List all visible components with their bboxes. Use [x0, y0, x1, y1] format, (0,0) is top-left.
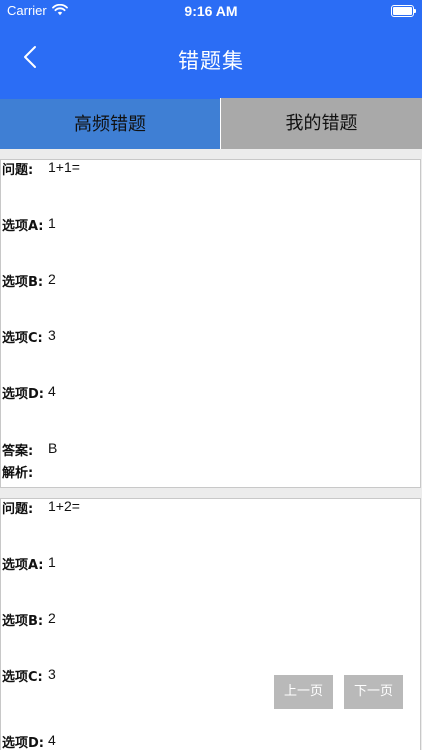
- next-page-button[interactable]: 下一页: [344, 675, 403, 709]
- prev-page-button[interactable]: 上一页: [274, 675, 333, 709]
- answer-value: B: [48, 440, 58, 456]
- battery-tip: [414, 9, 416, 13]
- option-a-label: 选项A:: [2, 219, 44, 234]
- option-b-label: 选项B:: [2, 614, 44, 629]
- question-label: 问题:: [2, 163, 34, 178]
- status-bar: Carrier 9:16 AM: [0, 0, 422, 24]
- tab-frequent-mistakes[interactable]: 高频错题: [0, 98, 220, 149]
- question-text: 1+1=: [48, 159, 80, 175]
- option-a-label: 选项A:: [2, 558, 44, 573]
- option-c-value: 3: [48, 666, 56, 682]
- tab-my-mistakes[interactable]: 我的错题: [220, 98, 422, 149]
- analysis-label: 解析:: [2, 466, 34, 481]
- option-c-value: 3: [48, 327, 56, 343]
- page-title: 错题集: [178, 49, 244, 73]
- question-label: 问题:: [2, 502, 34, 517]
- question-card: 问题: 1+1= 选项A: 1 选项B: 2 选项C: 3 选项D: 4 答案:…: [0, 159, 421, 488]
- option-b-label: 选项B:: [2, 275, 44, 290]
- option-d-label: 选项D:: [2, 387, 44, 402]
- option-c-label: 选项C:: [2, 670, 43, 685]
- question-list[interactable]: 问题: 1+1= 选项A: 1 选项B: 2 选项C: 3 选项D: 4 答案:…: [0, 149, 422, 750]
- battery-icon: [391, 5, 414, 17]
- option-c-label: 选项C:: [2, 331, 43, 346]
- clock: 9:16 AM: [184, 3, 238, 19]
- option-d-label: 选项D:: [2, 736, 44, 750]
- option-b-value: 2: [48, 610, 56, 626]
- option-d-value: 4: [48, 383, 56, 399]
- question-text: 1+2=: [48, 498, 80, 514]
- option-b-value: 2: [48, 271, 56, 287]
- tab-bar: 高频错题 我的错题: [0, 98, 422, 149]
- option-d-value: 4: [48, 732, 56, 748]
- nav-header: Carrier 9:16 AM 错题集: [0, 0, 422, 98]
- option-a-value: 1: [48, 215, 56, 231]
- question-card: 问题: 1+2= 选项A: 1 选项B: 2 选项C: 3 选项D: 4: [0, 498, 421, 750]
- option-a-value: 1: [48, 554, 56, 570]
- answer-label: 答案:: [2, 444, 34, 459]
